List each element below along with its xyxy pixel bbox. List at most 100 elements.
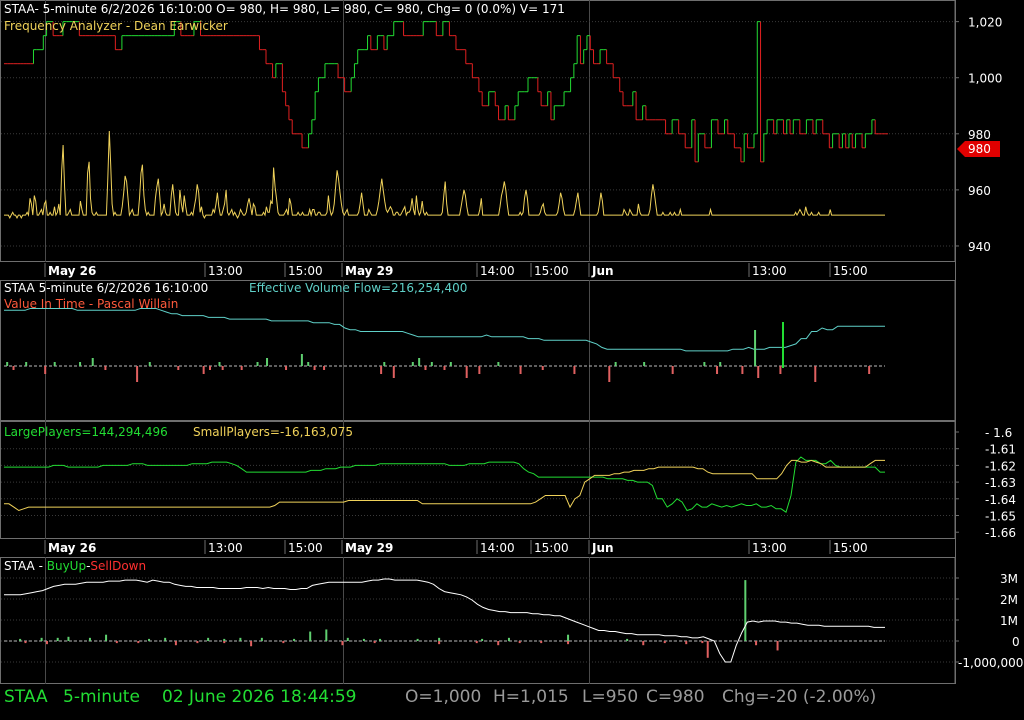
value-in-time-bar — [79, 362, 82, 366]
buyup-axis-ticks: 3M 2M 1M 0 -1,000,000 — [955, 572, 1023, 670]
selldown-bar — [24, 641, 27, 644]
buyup-bar — [105, 634, 108, 641]
value-in-time-bar — [104, 366, 107, 370]
players-tick-label: -1.66 — [985, 526, 1016, 540]
small-players-line — [4, 459, 885, 512]
value-in-time-bar — [814, 366, 817, 382]
price-tick-label: 940 — [968, 240, 991, 254]
price-tick-label: 1,000 — [968, 72, 1002, 86]
time-tick-label: 13:00 — [208, 264, 243, 278]
buyup-prefix: STAA - — [4, 559, 47, 573]
buyup-bar — [56, 637, 59, 641]
price-tick-label: 960 — [968, 184, 991, 198]
time-tick-label: 13:00 — [752, 264, 787, 278]
status-bar: STAA 5-minute 02 June 2026 18:44:59 O=1,… — [4, 687, 876, 707]
frequency-analyzer-path — [4, 130, 885, 220]
status-low: L=950 — [582, 687, 638, 707]
status-change: Chg=-20 (-2.00%) — [722, 687, 876, 707]
selldown-histogram — [24, 641, 779, 658]
large-players-label: LargePlayers=144,294,496 — [4, 425, 168, 439]
selldown-bar — [250, 641, 253, 647]
value-in-time-bar — [136, 366, 139, 382]
selldown-bar — [540, 641, 543, 644]
value-in-time-bar — [573, 366, 576, 374]
selldown-bar — [223, 641, 226, 644]
value-in-time-bar — [300, 354, 303, 366]
value-in-time-title: Value In Time - Pascal Willain — [4, 297, 178, 311]
selldown-bar — [45, 641, 48, 645]
value-in-time-bar — [44, 366, 47, 374]
evf-path — [4, 308, 885, 352]
small-players-path — [4, 459, 885, 512]
buyup-bar — [148, 638, 151, 641]
buyup-tick-label: 3M — [1000, 572, 1018, 586]
players-tick-label: -1.61 — [985, 443, 1016, 457]
value-in-time-bar — [443, 366, 446, 370]
time-tick-label: 13:00 — [752, 541, 787, 555]
value-in-time-bar — [12, 366, 15, 370]
time-tick-label: Jun — [591, 264, 614, 278]
selldown-bar — [196, 641, 199, 644]
buyup-tick-label: -1,000,000 — [958, 656, 1023, 670]
buyup-bar — [88, 637, 91, 641]
status-datetime: 02 June 2026 18:44:59 — [162, 687, 356, 707]
selldown-bar — [663, 641, 666, 644]
selldown-bar — [497, 641, 500, 646]
value-in-time-bar — [208, 366, 211, 370]
selldown-bar — [567, 641, 570, 645]
buyup-bar — [207, 637, 210, 641]
value-in-time-bar — [779, 366, 782, 374]
buyup-bar — [744, 580, 747, 641]
status-open: O=1,000 — [405, 687, 481, 707]
value-in-time-bar — [643, 362, 646, 366]
time-tick-label: May 29 — [345, 264, 393, 278]
value-in-time-bar — [497, 362, 500, 366]
pane-frame — [0, 421, 956, 539]
value-in-time-bar — [380, 366, 383, 374]
value-in-time-bar — [754, 330, 757, 366]
frequency-analyzer-line — [4, 130, 885, 220]
time-tick-label: 15:00 — [534, 264, 569, 278]
selldown-bar — [685, 641, 688, 645]
status-interval: 5-minute — [63, 687, 140, 707]
buyup-bar — [223, 638, 226, 641]
small-players-label: SmallPlayers=-16,163,075 — [193, 425, 353, 439]
time-tick-label: 15:00 — [288, 264, 323, 278]
status-close: C=980 — [646, 687, 705, 707]
selldown-bar — [776, 641, 779, 651]
buyup-bar — [67, 636, 70, 641]
buyup-tick-label: 1M — [1000, 614, 1018, 628]
value-in-time-bar — [266, 358, 269, 366]
value-in-time-bar — [240, 366, 243, 370]
buyup-bar — [379, 638, 382, 641]
value-in-time-bar — [519, 366, 522, 374]
selldown-bar — [282, 641, 285, 644]
time-tick-label: 13:00 — [208, 541, 243, 555]
value-in-time-bar — [757, 366, 760, 378]
buyup-bar — [293, 638, 296, 641]
evf-label: Effective Volume Flow=216,254,400 — [249, 281, 467, 295]
value-in-time-bar — [449, 362, 452, 366]
status-symbol: STAA — [4, 687, 48, 707]
players-tick-label: -1.64 — [985, 493, 1016, 507]
value-in-time-bar — [177, 366, 180, 370]
buyup-bar — [346, 637, 349, 641]
value-in-time-bar — [307, 362, 310, 366]
status-high: H=1,015 — [493, 687, 569, 707]
price-step-series — [4, 21, 888, 163]
volume-pane-header: STAA 5-minute 6/2/2026 16:10:00 — [4, 281, 208, 295]
effective-volume-flow-line — [4, 308, 885, 352]
value-in-time-bar — [256, 362, 259, 366]
chart-canvas: 940 960 980 1,000 1,020 980 STAA- 5-minute 6… — [0, 0, 1023, 707]
time-tick-label: 15:00 — [833, 264, 868, 278]
value-in-time-bar — [741, 366, 744, 374]
players-axis-ticks: - 1.6 -1.61 -1.62 -1.63 -1.64 -1.65 -1.66 — [955, 426, 1016, 540]
buyup-bar — [19, 638, 22, 641]
selldown-bar — [115, 641, 118, 644]
value-in-time-bar — [383, 362, 386, 366]
value-in-time-bar — [608, 366, 611, 382]
time-tick-label: Jun — [591, 541, 614, 555]
selldown-bar — [518, 641, 521, 644]
buyup-word: BuyUp — [47, 559, 86, 573]
selldown-bar — [642, 641, 645, 646]
